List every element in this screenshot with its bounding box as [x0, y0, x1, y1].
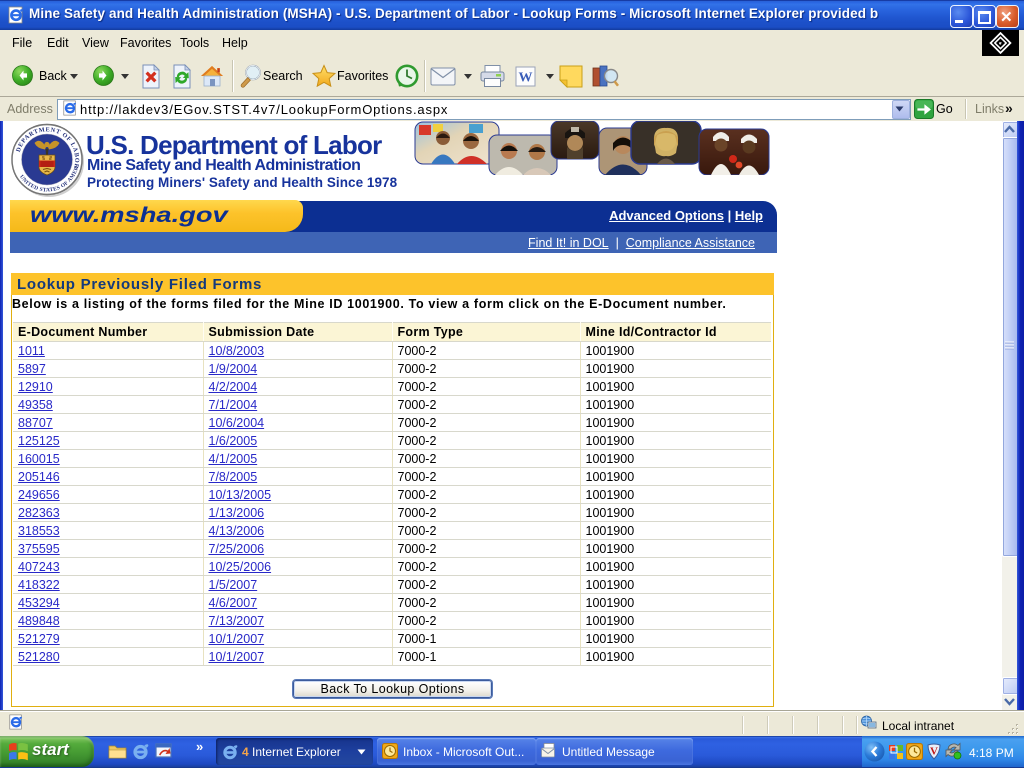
svg-text:W: W — [519, 71, 533, 86]
svg-text:V: V — [930, 746, 938, 758]
